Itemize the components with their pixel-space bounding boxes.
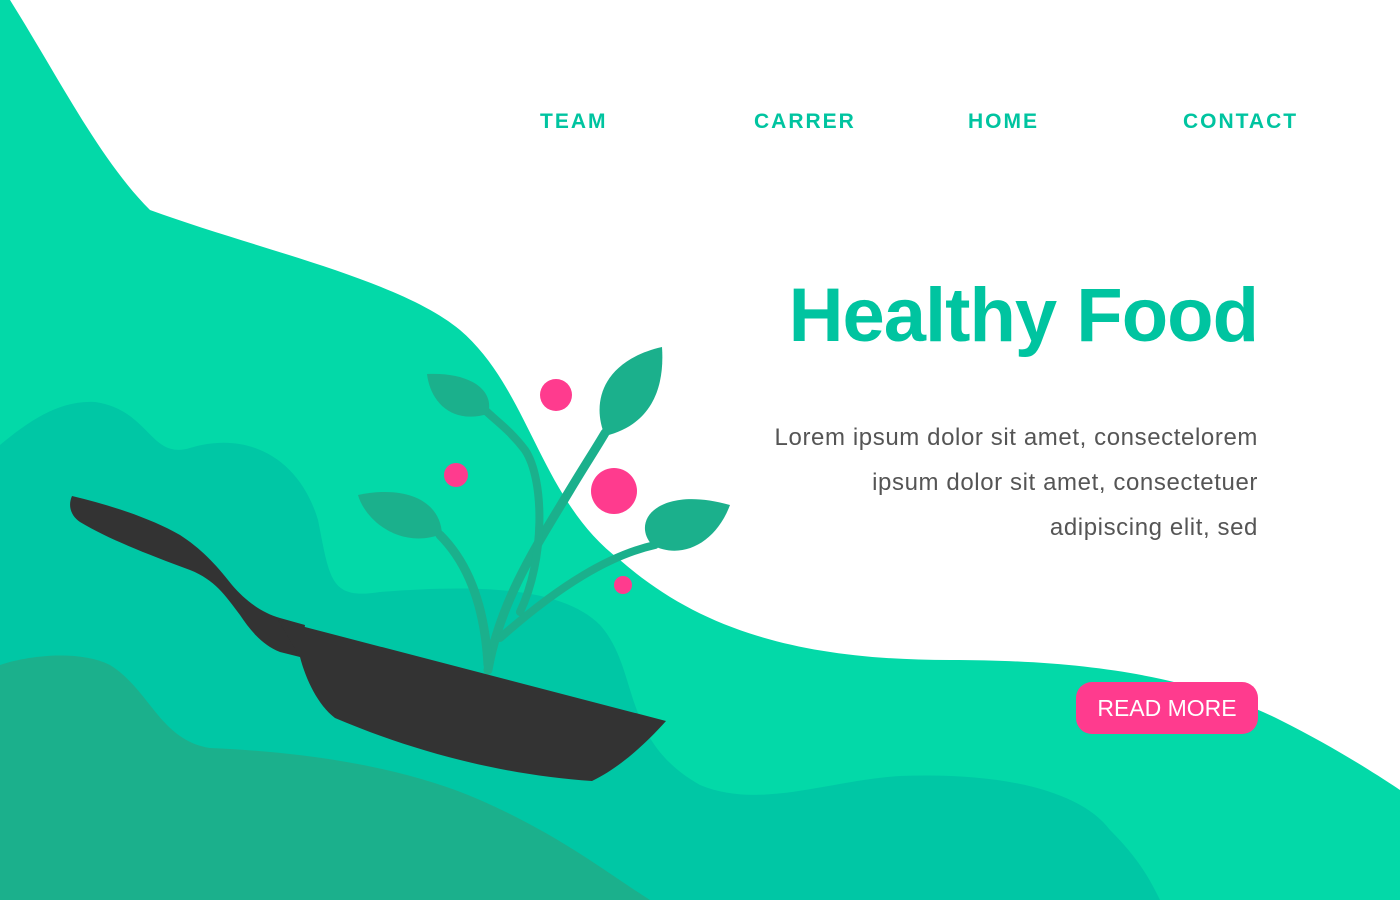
hero-description-line: adipiscing elit, sed [1049, 514, 1258, 541]
hero-title: Healthy Food [788, 273, 1259, 358]
hero-description-line: ipsum dolor sit amet, consectetuer [872, 469, 1258, 496]
landing-page: TEAM CARRER HOME CONTACT Healthy Food Lo… [0, 0, 1400, 900]
nav-link-home[interactable]: HOME [968, 110, 1039, 134]
berry-icon [591, 468, 637, 514]
nav-link-team[interactable]: TEAM [540, 110, 608, 134]
read-more-button[interactable]: READ MORE [1076, 682, 1258, 734]
nav-link-contact[interactable]: CONTACT [1183, 110, 1298, 134]
hero-description-line: Lorem ipsum dolor sit amet, consectelore… [774, 424, 1258, 451]
berry-icon [614, 576, 632, 594]
hero-description: Lorem ipsum dolor sit amet, consectelore… [698, 415, 1258, 550]
leaf-top-right [599, 347, 663, 436]
nav-link-carrer[interactable]: CARRER [754, 110, 856, 134]
berry-icon [540, 379, 572, 411]
main-navigation: TEAM CARRER HOME CONTACT [0, 110, 1400, 140]
berry-icon [444, 463, 468, 487]
